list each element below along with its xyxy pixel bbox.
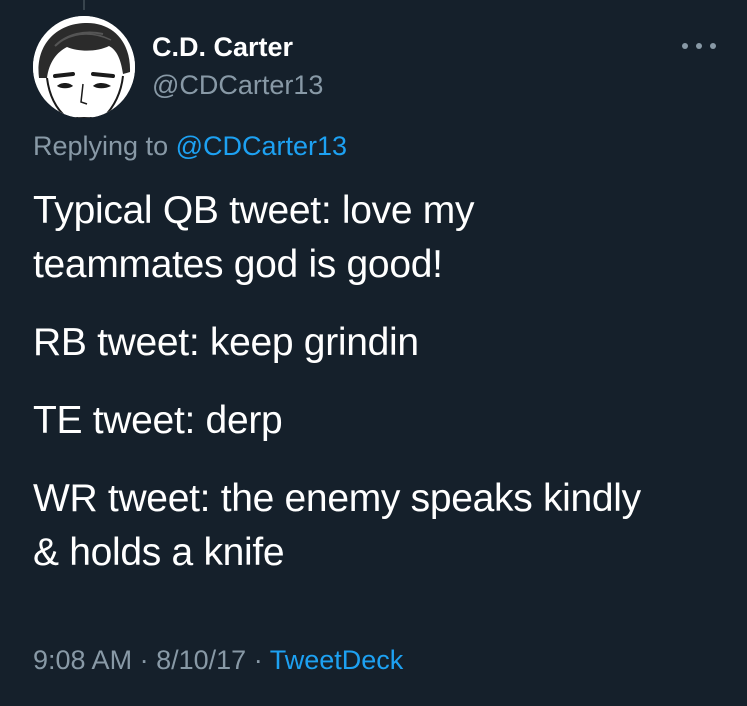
more-horizontal-icon-dot <box>696 43 702 49</box>
meta-separator: · <box>253 645 263 675</box>
replying-to-label: Replying to <box>33 131 169 161</box>
author-handle[interactable]: @CDCarter13 <box>152 70 323 101</box>
tweet-time[interactable]: 9:08 AM <box>33 645 132 675</box>
more-horizontal-icon-dot <box>710 43 716 49</box>
tweet-paragraph: RB tweet: keep grindin <box>33 321 419 364</box>
cartoon-face-avatar-icon <box>33 16 135 118</box>
author-name[interactable]: C.D. Carter <box>152 32 293 63</box>
tweet-paragraph: Typical QB tweet: love my teammates god … <box>33 189 475 286</box>
more-options-button[interactable] <box>682 36 716 56</box>
replying-to-handle-link[interactable]: @CDCarter13 <box>176 131 347 161</box>
tweet-paragraph: TE tweet: derp <box>33 399 283 442</box>
tweet-date[interactable]: 8/10/17 <box>156 645 246 675</box>
tweet-paragraph: WR tweet: the enemy speaks kindly & hold… <box>33 477 641 574</box>
more-horizontal-icon-dot <box>682 43 688 49</box>
tweet-source-link[interactable]: TweetDeck <box>270 645 404 675</box>
meta-separator: · <box>139 645 149 675</box>
thread-connector-line <box>83 0 85 10</box>
tweet-text: Typical QB tweet: love my teammates god … <box>33 184 723 604</box>
tweet-metadata: 9:08 AM · 8/10/17 · TweetDeck <box>33 645 403 676</box>
replying-to: Replying to @CDCarter13 <box>33 131 347 162</box>
avatar[interactable] <box>33 16 135 118</box>
